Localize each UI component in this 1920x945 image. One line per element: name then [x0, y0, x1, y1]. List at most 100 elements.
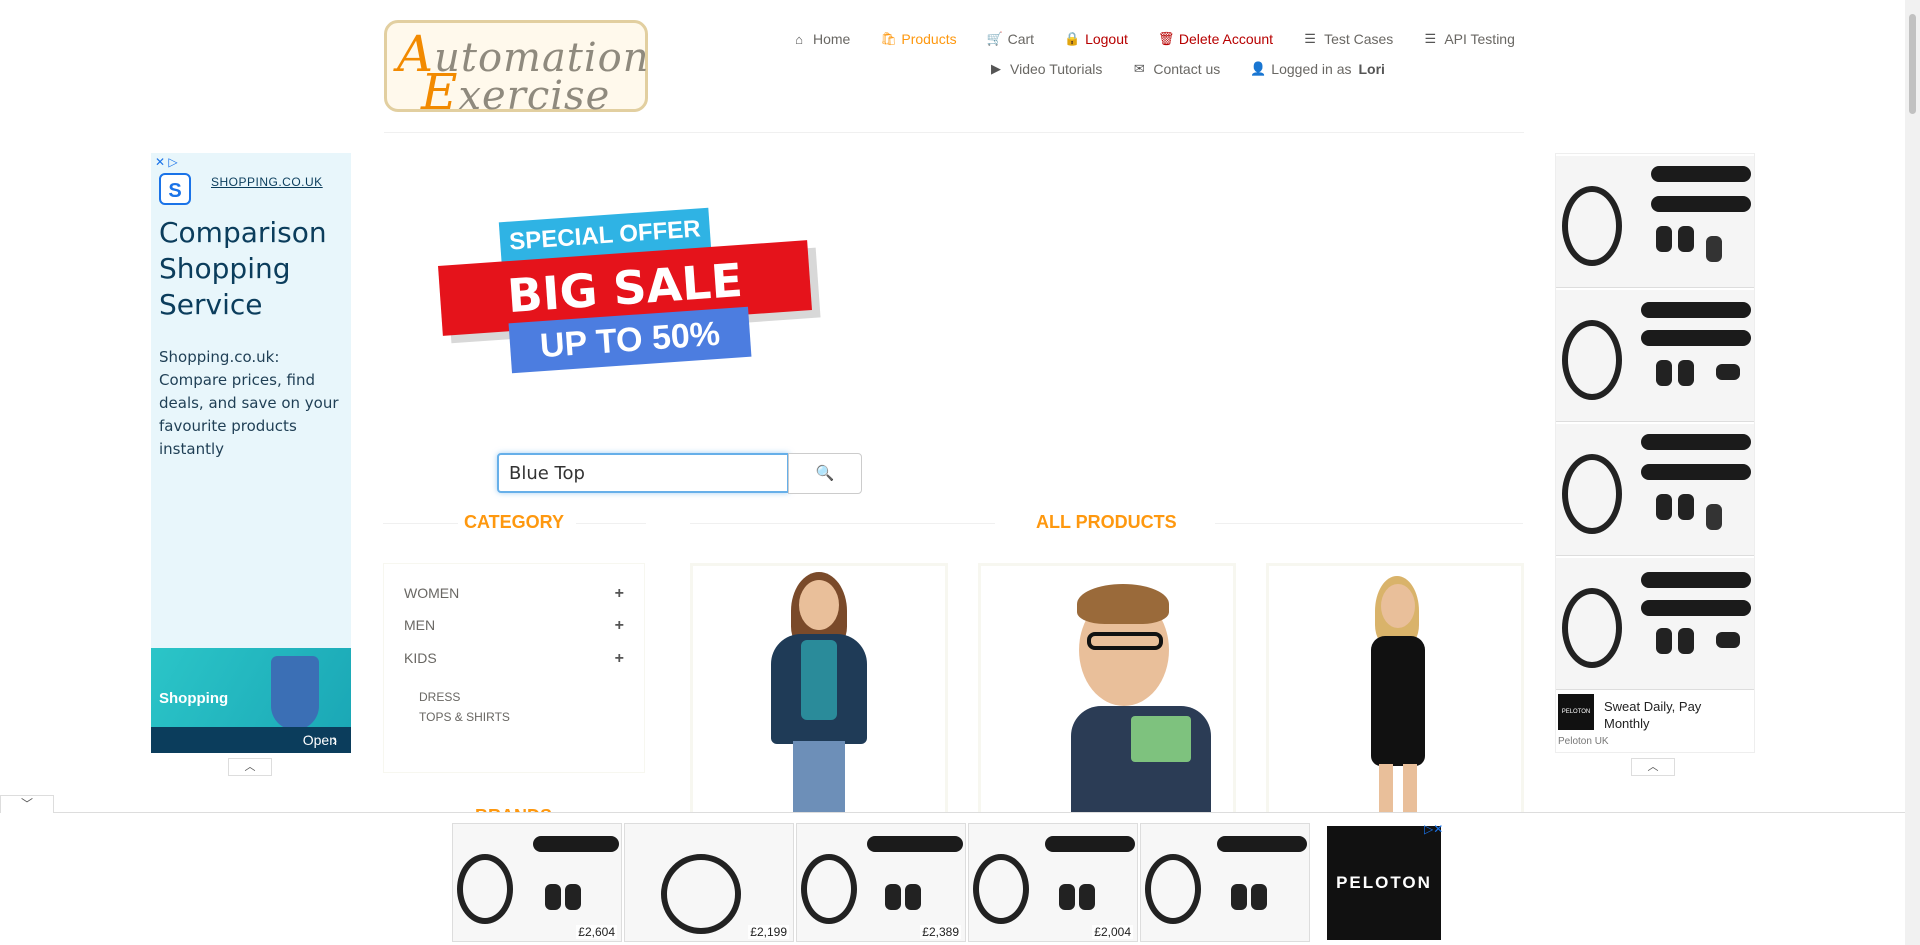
right-ad-collapse-button[interactable]: ︿ [1631, 758, 1675, 776]
logo-line-2: Exercise [421, 63, 611, 121]
right-advertisement[interactable]: ▷✕ PELOTON S [1555, 153, 1755, 753]
nav-api-testing[interactable]: ☰ API Testing [1423, 31, 1515, 47]
nav-video-tutorials-label: Video Tutorials [1010, 61, 1103, 77]
bottom-ad-tile[interactable]: £2,604 [452, 823, 622, 942]
nav-contact-us-label: Contact us [1153, 61, 1221, 77]
ad-close-icon[interactable]: ▷✕ [1424, 822, 1443, 836]
nav-delete-account[interactable]: 🗑 Delete Account [1158, 31, 1273, 47]
nav-home[interactable]: ⌂ Home [792, 31, 850, 47]
home-icon: ⌂ [795, 31, 803, 47]
list-icon: ☰ [1304, 31, 1316, 46]
ad-open-button[interactable]: Open › [151, 727, 351, 753]
header-divider [384, 132, 1524, 133]
products-title-line-left [690, 523, 995, 524]
main-nav-row-1: ⌂ Home 🛍 Products 🛒 Cart 🔒 Logout 🗑 Delete Ac… [792, 31, 1515, 47]
nav-products-label: Products [901, 31, 957, 47]
category-men[interactable]: Men + [404, 617, 624, 635]
bottom-ad-price: £2,004 [1092, 925, 1133, 939]
ad-advertiser: Peloton UK [1558, 736, 1609, 747]
bottom-ad-tile[interactable]: £2,004 [968, 823, 1138, 942]
category-title-line-right [576, 523, 646, 524]
product-image [1339, 566, 1459, 817]
category-title: Category [464, 512, 565, 532]
cart-icon: 🛒 [986, 31, 1003, 46]
search-icon: 🔍 [815, 465, 835, 482]
user-icon: 👤 [1250, 61, 1267, 76]
shopping-logo-icon: S [159, 173, 191, 205]
nav-logged-in: 👤 Logged in as Lori [1250, 61, 1385, 77]
nav-cart[interactable]: 🛒 Cart [987, 31, 1034, 47]
category-panel: Women + Men + Kids + Dress Tops & Shirts [383, 563, 645, 773]
nav-logout-label: Logout [1085, 31, 1128, 47]
ad-tagline[interactable]: Sweat Daily, Pay Monthly [1604, 698, 1744, 732]
ad-headline[interactable]: Comparison Shopping Service [159, 215, 344, 323]
all-products-title: All Products [1036, 512, 1177, 532]
nav-products[interactable]: 🛍 Products [880, 31, 956, 47]
category-kids-label: Kids [404, 650, 437, 666]
ad-promo-banner[interactable]: Shopping Open › [151, 648, 351, 753]
product-card[interactable] [1266, 563, 1524, 820]
ad-close-icon[interactable]: ✕ ▷ [155, 155, 178, 169]
nav-contact-us[interactable]: ✉ Contact us [1132, 61, 1220, 77]
main-nav-row-2: ▶ Video Tutorials ✉ Contact us 👤 Logged in … [989, 61, 1385, 77]
bottom-ad-price: £2,199 [748, 925, 789, 939]
page: Automation Exercise ⌂ Home 🛍 Products 🛒 Car… [0, 0, 1920, 945]
sale-banner: SPECIAL OFFER BIG SALE UP TO 50% OFF [438, 207, 830, 411]
bottom-ad-tile[interactable]: £2,389 [796, 823, 966, 942]
ad-image-tile[interactable] [1556, 558, 1754, 690]
category-title-line-left [383, 523, 458, 524]
ad-image-tile[interactable] [1556, 156, 1754, 288]
plus-icon[interactable]: + [615, 585, 624, 603]
left-ad-collapse-button[interactable]: ︿ [228, 758, 272, 776]
left-advertisement[interactable]: ✕ ▷ S SHOPPING.CO.UK Comparison Shopping… [151, 153, 351, 753]
kids-subcategory-tops-shirts[interactable]: Tops & Shirts [419, 710, 510, 724]
search-product-input[interactable] [497, 453, 789, 493]
ad-brand-name[interactable]: SHOPPING.CO.UK [211, 175, 323, 189]
site-logo[interactable]: Automation Exercise [384, 20, 649, 121]
ad-promo-brand: Shopping [159, 690, 229, 707]
bottom-ad-collapse-button[interactable]: ﹀ [0, 795, 54, 813]
dress-image [271, 656, 319, 730]
youtube-icon: ▶ [991, 61, 1001, 76]
product-image [763, 566, 883, 817]
logged-in-prefix: Logged in as [1271, 61, 1352, 77]
category-kids[interactable]: Kids + [404, 650, 624, 668]
nav-api-testing-label: API Testing [1444, 31, 1515, 47]
product-card[interactable] [978, 563, 1236, 820]
category-women-label: Women [404, 585, 460, 601]
ad-body: Shopping.co.uk: Compare prices, find dea… [159, 348, 339, 458]
nav-home-label: Home [813, 31, 851, 47]
product-card[interactable] [690, 563, 948, 820]
nav-test-cases-label: Test Cases [1324, 31, 1394, 47]
plus-icon[interactable]: + [615, 617, 624, 635]
list-icon: ☰ [1424, 31, 1437, 46]
category-men-label: Men [404, 617, 436, 633]
ad-image-tile[interactable] [1556, 290, 1754, 422]
bottom-ad-tile[interactable] [1140, 823, 1310, 942]
products-icon: 🛍 [880, 31, 897, 46]
search-button[interactable]: 🔍 [788, 453, 862, 494]
lock-icon: 🔒 [1064, 31, 1081, 46]
product-image [1041, 566, 1211, 817]
nav-delete-account-label: Delete Account [1178, 31, 1274, 47]
logged-in-username: Lori [1358, 61, 1385, 77]
nav-logout[interactable]: 🔒 Logout [1064, 31, 1128, 47]
nav-test-cases[interactable]: ☰ Test Cases [1303, 31, 1393, 47]
plus-icon[interactable]: + [615, 650, 624, 668]
trash-icon: 🗑 [1157, 31, 1175, 46]
ad-image-tile[interactable] [1556, 424, 1754, 556]
page-scrollbar[interactable] [1905, 0, 1920, 945]
peloton-logo[interactable]: PELOTON [1327, 826, 1441, 940]
peloton-logo-icon: PELOTON [1558, 694, 1594, 730]
products-title-line-right [1215, 523, 1523, 524]
category-women[interactable]: Women + [404, 585, 624, 603]
nav-video-tutorials[interactable]: ▶ Video Tutorials [989, 61, 1102, 77]
nav-cart-label: Cart [1007, 31, 1035, 47]
chevron-right-icon: › [332, 732, 337, 748]
envelope-icon: ✉ [1133, 61, 1145, 76]
kids-subcategory-dress[interactable]: Dress [419, 690, 460, 704]
bottom-ad-price: £2,389 [920, 925, 961, 939]
bottom-ad-price: £2,604 [576, 925, 617, 939]
bottom-ad-tile[interactable]: £2,199 [624, 823, 794, 942]
scrollbar-thumb[interactable] [1909, 14, 1916, 114]
